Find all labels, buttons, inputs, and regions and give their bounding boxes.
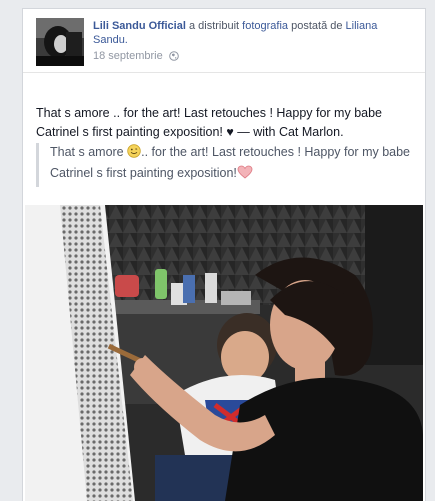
facebook-post-card: Lili Sandu Official a distribuit fotogra… (22, 8, 426, 501)
post-photo[interactable] (25, 205, 423, 501)
shared-text: a distribuit (188, 20, 240, 32)
quoted-original-text: That s amore .. for the art! Last retouc… (36, 143, 413, 187)
author-link[interactable]: Lili Sandu Official (93, 20, 186, 32)
post-meta: Lili Sandu Official a distribuit fotogra… (93, 19, 415, 63)
avatar[interactable] (36, 18, 84, 66)
globe-icon[interactable] (168, 51, 179, 61)
photo-link[interactable]: fotografia (242, 20, 288, 32)
post-header: Lili Sandu Official a distribuit fotogra… (36, 18, 415, 72)
post-date[interactable]: 18 septembrie (93, 49, 163, 63)
smiley-emoji-icon (127, 144, 141, 164)
tagged-person-link[interactable]: Cat Marlon. (279, 125, 344, 139)
posted-by-text: postată de (291, 20, 343, 32)
heart-emoji-icon (237, 165, 253, 185)
header-divider (23, 72, 425, 73)
quote-text-part1: That s amore (50, 145, 128, 159)
heart-glyph: ♥ (226, 125, 234, 139)
post-body: That s amore .. for the art! Last retouc… (36, 104, 413, 142)
with-prefix: — with (233, 125, 279, 139)
